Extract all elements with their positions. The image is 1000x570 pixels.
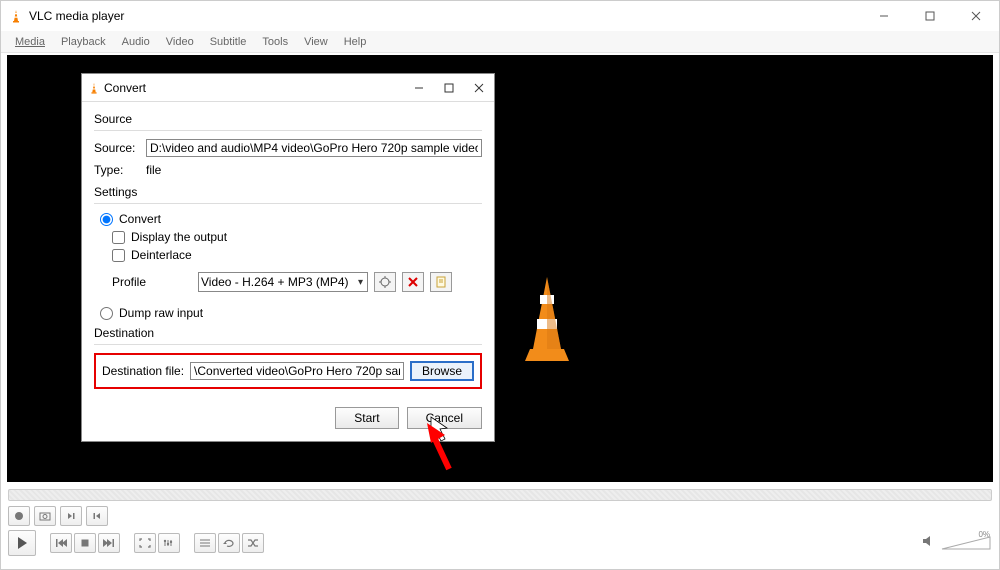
loop-b-button[interactable] — [86, 506, 108, 526]
loop-a-button[interactable] — [60, 506, 82, 526]
prev-button[interactable] — [50, 533, 72, 553]
cancel-button[interactable]: Cancel — [407, 407, 482, 429]
stop-button[interactable] — [74, 533, 96, 553]
destination-highlight: Destination file: Browse — [94, 353, 482, 389]
vlc-cone-icon — [517, 275, 577, 370]
dialog-close-button[interactable] — [464, 74, 494, 102]
snapshot-button[interactable] — [34, 506, 56, 526]
profile-edit-button[interactable] — [374, 272, 396, 292]
type-value: file — [146, 163, 161, 177]
next-button[interactable] — [98, 533, 120, 553]
menu-audio[interactable]: Audio — [116, 36, 156, 48]
deinterlace-label: Deinterlace — [131, 248, 192, 262]
dialog-vlc-icon — [88, 82, 100, 94]
destination-section-label: Destination — [94, 326, 482, 340]
menu-view[interactable]: View — [298, 36, 334, 48]
ext-settings-button[interactable] — [158, 533, 180, 553]
start-button[interactable]: Start — [335, 407, 398, 429]
destination-file-input[interactable] — [190, 362, 404, 380]
fullscreen-button[interactable] — [134, 533, 156, 553]
type-label: Type: — [94, 163, 140, 177]
main-titlebar: VLC media player — [1, 1, 999, 31]
window-title: VLC media player — [29, 9, 124, 23]
dump-raw-radio[interactable] — [100, 307, 113, 320]
volume-icon[interactable] — [922, 534, 936, 552]
source-input[interactable] — [146, 139, 482, 157]
source-label: Source: — [94, 141, 140, 155]
volume-slider[interactable]: 0% — [940, 534, 992, 552]
loop-button[interactable] — [218, 533, 240, 553]
playlist-button[interactable] — [194, 533, 216, 553]
convert-radio-label: Convert — [119, 212, 161, 226]
shuffle-button[interactable] — [242, 533, 264, 553]
menu-help[interactable]: Help — [338, 36, 373, 48]
dialog-maximize-button[interactable] — [434, 74, 464, 102]
dialog-titlebar[interactable]: Convert — [82, 74, 494, 102]
volume-percent: 0% — [978, 530, 990, 539]
display-output-checkbox[interactable] — [112, 231, 125, 244]
menu-video[interactable]: Video — [160, 36, 200, 48]
window-close-button[interactable] — [953, 1, 999, 31]
menu-media[interactable]: Media — [9, 36, 51, 48]
profile-new-button[interactable] — [430, 272, 452, 292]
dialog-minimize-button[interactable] — [404, 74, 434, 102]
profile-select[interactable]: Video - H.264 + MP3 (MP4) — [198, 272, 368, 292]
convert-dialog: Convert Source Source: Type: file Settin… — [81, 73, 495, 442]
seek-bar[interactable] — [8, 489, 992, 501]
menubar: Media Playback Audio Video Subtitle Tool… — [1, 31, 999, 53]
deinterlace-checkbox[interactable] — [112, 249, 125, 262]
dialog-title: Convert — [104, 81, 146, 95]
menu-subtitle[interactable]: Subtitle — [204, 36, 253, 48]
dump-raw-label: Dump raw input — [119, 306, 203, 320]
destination-file-label: Destination file: — [102, 364, 184, 378]
play-button[interactable] — [8, 530, 36, 556]
menu-playback[interactable]: Playback — [55, 36, 112, 48]
profile-label: Profile — [112, 275, 192, 289]
vlc-logo-icon — [9, 9, 23, 23]
window-minimize-button[interactable] — [861, 1, 907, 31]
browse-button[interactable]: Browse — [410, 361, 474, 381]
record-button[interactable] — [8, 506, 30, 526]
settings-section-label: Settings — [94, 185, 482, 199]
display-output-label: Display the output — [131, 230, 227, 244]
menu-tools[interactable]: Tools — [256, 36, 294, 48]
source-section-label: Source — [94, 112, 482, 126]
window-maximize-button[interactable] — [907, 1, 953, 31]
profile-delete-button[interactable] — [402, 272, 424, 292]
convert-radio[interactable] — [100, 213, 113, 226]
